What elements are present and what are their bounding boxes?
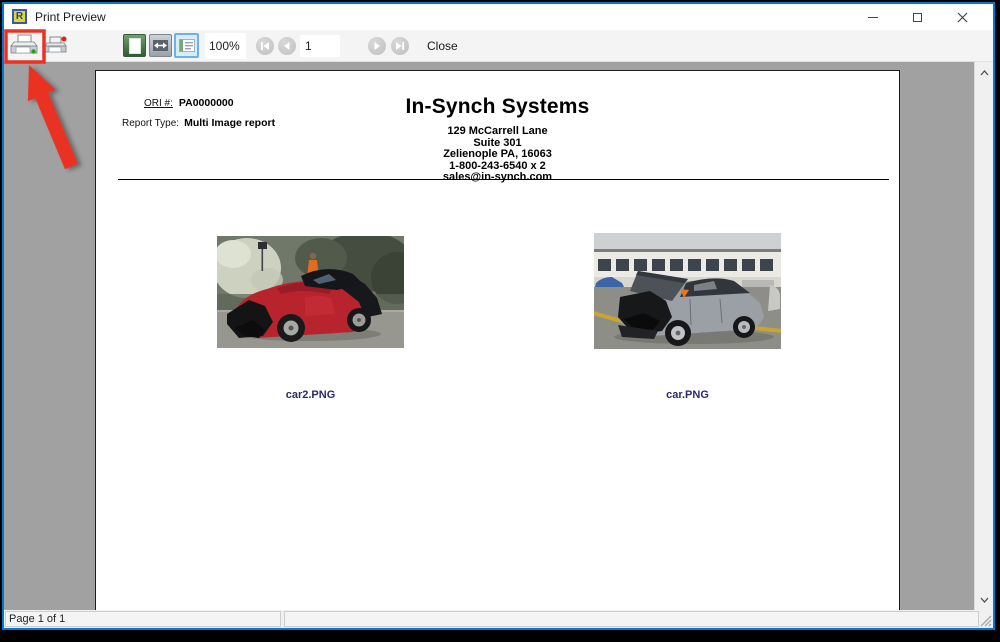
last-page-icon [395,42,405,50]
window-controls [850,4,985,30]
print-preview-window: R Print Preview [2,2,995,630]
toolbar: 100% Close [4,30,993,62]
scroll-down-button[interactable] [975,591,993,608]
scroll-up-icon [980,70,989,76]
car2-photo [217,236,404,348]
close-preview-button[interactable]: Close [417,33,468,59]
print-setup-button[interactable] [43,35,69,58]
printer-settings-icon [44,35,68,56]
car-photo [594,233,781,349]
address-line: 129 McCarrell Lane [96,126,899,138]
company-address: 129 McCarrell Lane Suite 301 Zelienople … [96,126,899,184]
window-title: Print Preview [35,4,106,30]
page-number-input[interactable] [300,35,340,57]
vertical-scrollbar[interactable] [974,62,993,610]
status-bar: Page 1 of 1 [4,610,993,628]
report-image-car2 [217,236,404,348]
fit-to-window-icon [152,39,169,52]
image-caption-car2: car2.PNG [217,389,404,401]
previous-page-button[interactable] [278,37,296,55]
last-page-button[interactable] [391,37,409,55]
fit-to-window-button[interactable] [149,34,172,57]
maximize-icon [913,13,922,22]
scroll-down-icon [980,597,989,603]
report-page: ORI #: PA0000000 Report Type: Multi Imag… [95,70,900,610]
whole-page-icon [129,38,141,54]
report-image-car [594,233,781,349]
app-icon: R [12,9,27,24]
maximize-button[interactable] [895,4,940,30]
previous-page-icon [283,42,291,50]
screenshot-frame: R Print Preview [0,0,1000,642]
preview-area: ORI #: PA0000000 Report Type: Multi Imag… [4,62,993,610]
zoom-level[interactable]: 100% [205,33,246,59]
whole-page-view-button[interactable] [123,34,146,57]
actual-size-icon [179,39,195,52]
first-page-icon [260,42,270,50]
print-button[interactable] [9,34,39,58]
page-status: Page 1 of 1 [5,611,281,627]
next-page-button[interactable] [368,37,386,55]
minimize-button[interactable] [850,4,895,30]
next-page-icon [373,42,381,50]
header-divider [118,179,889,180]
actual-size-view-button[interactable] [174,33,199,58]
printer-icon [10,34,38,57]
status-panel-secondary [284,611,979,627]
title-bar: R Print Preview [4,4,993,30]
company-name: In-Synch Systems [96,95,899,119]
minimize-icon [868,17,878,18]
resize-grip-icon[interactable] [979,614,992,627]
image-caption-car: car.PNG [594,389,781,401]
close-icon [957,12,968,23]
first-page-button[interactable] [256,37,274,55]
scroll-up-button[interactable] [975,64,993,81]
close-window-button[interactable] [940,4,985,30]
app-icon-letter: R [16,12,23,22]
